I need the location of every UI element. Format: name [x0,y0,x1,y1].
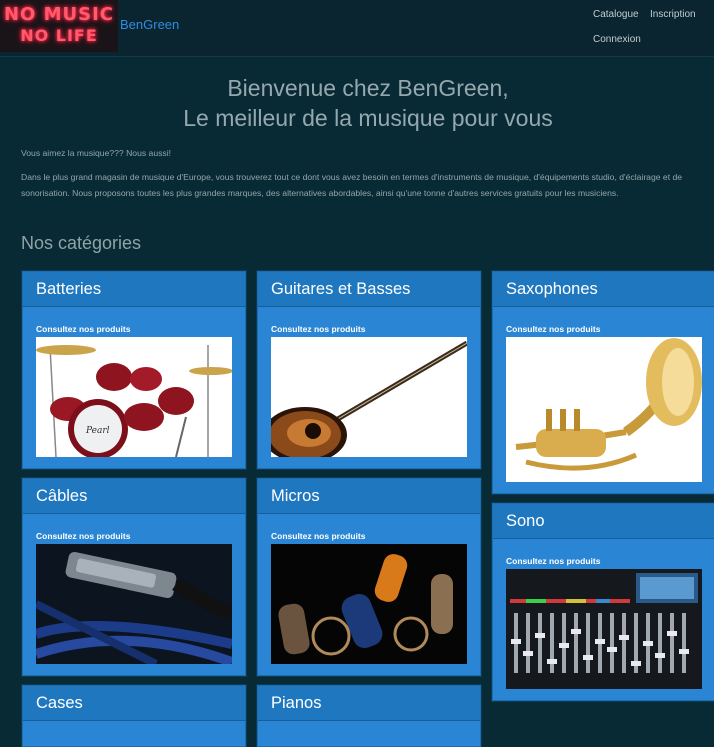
category-card-title: Guitares et Basses [258,272,480,307]
logo-image[interactable]: NO MUSIC NO LIFE [0,0,118,52]
svg-text:Pearl: Pearl [85,426,110,436]
category-card-sono[interactable]: Sono Consultez nos produits [492,503,714,701]
guitar-image[interactable] [271,337,467,457]
page-title: Bienvenue chez BenGreen, Le meilleur de … [0,73,714,133]
category-products-link[interactable]: Consultez nos produits [506,324,600,334]
cable-image[interactable] [36,544,232,664]
mixing-console-image[interactable] [506,569,702,689]
category-card-title: Batteries [23,272,245,307]
category-products-link[interactable]: Consultez nos produits [36,324,130,334]
nav-connexion[interactable]: Connexion [593,34,641,45]
nav-inscription[interactable]: Inscription [650,9,696,20]
category-card-micros[interactable]: Micros Consultez nos produits [257,478,481,676]
brass-instrument-image[interactable] [506,337,702,482]
category-card-title: Saxophones [493,272,714,307]
intro-paragraph-2: Dans le plus grand magasin de musique d'… [21,172,683,198]
logo-text-line-2: NO LIFE [20,26,98,45]
category-card-pianos[interactable]: Pianos [257,685,481,747]
category-card-saxophones[interactable]: Saxophones Consultez nos produits [492,271,714,494]
category-card-cases[interactable]: Cases [22,685,246,747]
category-card-guitares-et-basses[interactable]: Guitares et Basses Consultez nos produit… [257,271,481,469]
microphone-image[interactable] [271,544,467,664]
category-card-title: Micros [258,479,480,514]
page-title-line-2: Le meilleur de la musique pour vous [183,105,553,131]
category-products-link[interactable]: Consultez nos produits [271,531,365,541]
brand-link[interactable]: BenGreen [120,17,179,32]
category-card-title: Câbles [23,479,245,514]
intro-paragraph-1: Vous aimez la musique??? Nous aussi! [21,148,171,158]
logo-text-line-1: NO MUSIC [3,4,115,25]
navbar: NO MUSIC NO LIFE BenGreen Catalogue Insc… [0,0,714,57]
category-products-link[interactable]: Consultez nos produits [36,531,130,541]
nav-catalogue[interactable]: Catalogue [593,9,639,20]
category-products-link[interactable]: Consultez nos produits [271,324,365,334]
category-card-cables[interactable]: Câbles Consultez nos produits [22,478,246,676]
page-title-line-1: Bienvenue chez BenGreen, [227,75,509,101]
categories-title: Nos catégories [21,233,142,253]
category-card-title: Sono [493,504,714,539]
category-card-batteries[interactable]: Batteries Consultez nos produits Pearl [22,271,246,469]
category-products-link[interactable]: Consultez nos produits [506,556,600,566]
drum-kit-image[interactable]: Pearl [36,337,232,457]
